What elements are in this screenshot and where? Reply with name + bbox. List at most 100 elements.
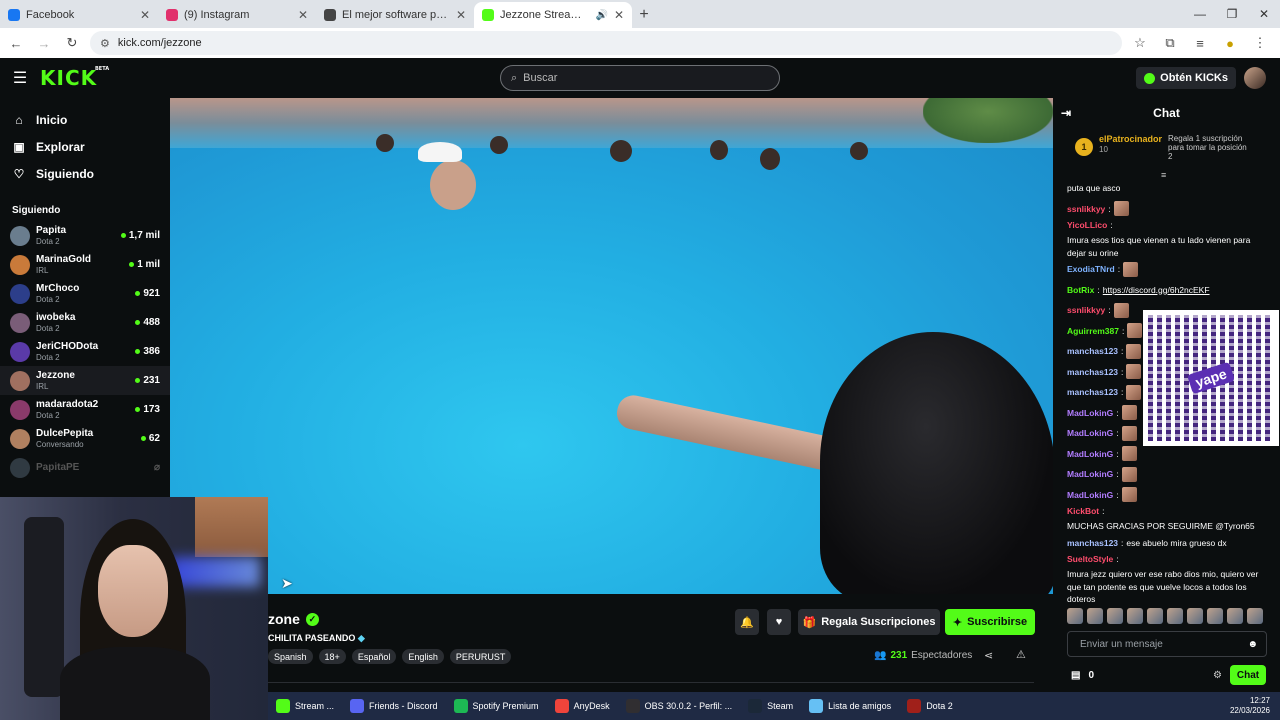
share-icon[interactable]: ⋖ — [984, 649, 993, 662]
search-placeholder: Buscar — [523, 72, 558, 84]
close-tab-icon[interactable]: ✕ — [140, 8, 150, 22]
url-field[interactable]: ⚙ kick.com/jezzone — [90, 31, 1122, 55]
sidebar-item-label: Explorar — [36, 139, 85, 154]
chat-username[interactable]: BotRix — [1067, 284, 1094, 296]
extensions-icon[interactable]: ⧉ — [1160, 35, 1180, 51]
follow-button[interactable]: ♥ — [767, 609, 791, 635]
emoji-icon[interactable]: ☻ — [1247, 639, 1258, 650]
taskbar-item-label: Dota 2 — [926, 701, 953, 711]
chat-username[interactable]: MadLokinG — [1067, 448, 1113, 460]
emote[interactable] — [1187, 608, 1203, 624]
chat-username[interactable]: manchas123 — [1067, 386, 1118, 398]
system-clock[interactable]: 12:27 22/03/2026 — [1230, 696, 1280, 717]
chat-username[interactable]: MadLokinG — [1067, 489, 1113, 501]
menu-dots-icon[interactable]: ⋮ — [1250, 35, 1270, 51]
back-icon[interactable]: ← — [6, 33, 26, 53]
get-kicks-button[interactable]: Obtén KICKs — [1136, 67, 1236, 89]
subscribe-button[interactable]: ✦ Suscribirse — [945, 609, 1035, 635]
bookmark-star-icon[interactable]: ☆ — [1130, 35, 1150, 51]
reload-icon[interactable]: ↻ — [62, 33, 82, 53]
minimize-icon[interactable]: — — [1184, 0, 1216, 28]
gift-subs-button[interactable]: 🎁 Regala Suscripciones — [798, 609, 940, 635]
chat-username[interactable]: ssnlikkyy — [1067, 304, 1105, 316]
tag[interactable]: PERURUST — [449, 649, 512, 664]
emote[interactable] — [1127, 608, 1143, 624]
emote[interactable] — [1147, 608, 1163, 624]
taskbar-item[interactable]: Steam — [740, 692, 801, 720]
tab-instagram[interactable]: (9) Instagram ✕ — [158, 2, 316, 28]
channel-item[interactable]: MarinaGold IRL 1 mil — [0, 250, 170, 279]
taskbar-item[interactable]: Stream ... — [268, 692, 342, 720]
restore-icon[interactable]: ❐ — [1216, 0, 1248, 28]
search-input[interactable]: ⌕ Buscar — [500, 65, 780, 91]
chat-username[interactable]: KickBot — [1067, 505, 1099, 517]
collapse-chat-icon[interactable]: ⇥ — [1061, 106, 1071, 120]
chat-username[interactable]: ssnlikkyy — [1067, 203, 1105, 215]
profile-icon[interactable]: ● — [1220, 36, 1240, 51]
sidebar-item-siguiendo[interactable]: ♡ Siguiendo — [0, 160, 170, 187]
chat-username[interactable]: MadLokinG — [1067, 468, 1113, 480]
emote[interactable] — [1227, 608, 1243, 624]
user-avatar[interactable] — [1244, 67, 1266, 89]
emote[interactable] — [1207, 608, 1223, 624]
chat-username[interactable]: MadLokinG — [1067, 427, 1113, 439]
channel-item[interactable]: iwobeka Dota 2 488 — [0, 308, 170, 337]
chat-link[interactable]: https://discord.gg/6h2ncEKF — [1103, 284, 1210, 296]
close-window-icon[interactable]: ✕ — [1248, 0, 1280, 28]
close-tab-icon[interactable]: ✕ — [614, 8, 624, 22]
channel-item[interactable]: Papita Dota 2 1,7 mil — [0, 221, 170, 250]
channel-points[interactable]: ▤ 0 — [1071, 670, 1094, 681]
taskbar-item[interactable]: OBS 30.0.2 - Perfil: ... — [618, 692, 741, 720]
emote[interactable] — [1107, 608, 1123, 624]
report-icon[interactable]: ⚠ — [1016, 648, 1026, 661]
forward-icon[interactable]: → — [34, 33, 54, 53]
speaker-icon[interactable]: 🔊 — [595, 10, 607, 21]
media-control-icon[interactable]: ≡ — [1190, 36, 1210, 51]
channel-item-offline[interactable]: PapitaPE ⌀ — [0, 453, 170, 482]
chat-username[interactable]: ExodiaTNrd — [1067, 263, 1115, 275]
top-gifter[interactable]: elPatrocinador 10 — [1099, 134, 1162, 174]
taskbar-item[interactable]: Friends - Discord — [342, 692, 446, 720]
chat-settings-icon[interactable]: ⚙ — [1213, 670, 1222, 681]
emote[interactable] — [1247, 608, 1263, 624]
site-settings-icon[interactable]: ⚙ — [100, 37, 110, 50]
menu-icon[interactable]: ☰ — [0, 68, 40, 88]
chat-username[interactable]: manchas123 — [1067, 537, 1118, 549]
tab-software[interactable]: El mejor software para potencia ✕ — [316, 2, 474, 28]
chat-input[interactable]: Enviar un mensaje ☻ — [1067, 631, 1267, 657]
channel-item[interactable]: DulcePepita Conversando 62 — [0, 424, 170, 453]
chat-username[interactable]: manchas123 — [1067, 366, 1118, 378]
tab-facebook[interactable]: Facebook ✕ — [0, 2, 158, 28]
emote[interactable] — [1067, 608, 1083, 624]
chat-username[interactable]: Aguirrem387 — [1067, 325, 1119, 337]
chat-username[interactable]: MadLokinG — [1067, 407, 1113, 419]
taskbar-item[interactable]: Spotify Premium — [446, 692, 547, 720]
send-chat-button[interactable]: Chat — [1230, 665, 1266, 685]
emote[interactable] — [1167, 608, 1183, 624]
tab-jezzone[interactable]: Jezzone Stream - Watch Liv 🔊 ✕ — [474, 2, 632, 28]
channel-item[interactable]: MrChoco Dota 2 921 — [0, 279, 170, 308]
chat-username[interactable]: SueltoStyle — [1067, 553, 1113, 565]
close-tab-icon[interactable]: ✕ — [298, 8, 308, 22]
taskbar-item[interactable]: Dota 2 — [899, 692, 961, 720]
video-player[interactable]: ➤ — [170, 98, 1053, 594]
channel-item[interactable]: JeriCHODota Dota 2 386 — [0, 337, 170, 366]
notifications-button[interactable]: 🔔 — [735, 609, 759, 635]
streamer-name[interactable]: zone ✓ — [268, 611, 319, 627]
tag[interactable]: Spanish — [268, 649, 313, 664]
chat-username[interactable]: YicoLLico — [1067, 219, 1107, 231]
new-tab-button[interactable]: + — [632, 2, 656, 28]
tag[interactable]: English — [402, 649, 444, 664]
channel-item-selected[interactable]: Jezzone IRL 231 — [0, 366, 170, 395]
tag[interactable]: 18+ — [318, 649, 346, 664]
sidebar-item-inicio[interactable]: ⌂ Inicio — [0, 106, 170, 133]
emote[interactable] — [1087, 608, 1103, 624]
sidebar-item-explorar[interactable]: ▣ Explorar — [0, 133, 170, 160]
close-tab-icon[interactable]: ✕ — [456, 8, 466, 22]
kick-logo[interactable]: KICK BETA — [40, 66, 109, 90]
chat-username[interactable]: manchas123 — [1067, 345, 1118, 357]
tag[interactable]: Español — [351, 649, 397, 664]
channel-item[interactable]: madaradota2 Dota 2 173 — [0, 395, 170, 424]
taskbar-item[interactable]: AnyDesk — [547, 692, 618, 720]
taskbar-item[interactable]: Lista de amigos — [801, 692, 899, 720]
